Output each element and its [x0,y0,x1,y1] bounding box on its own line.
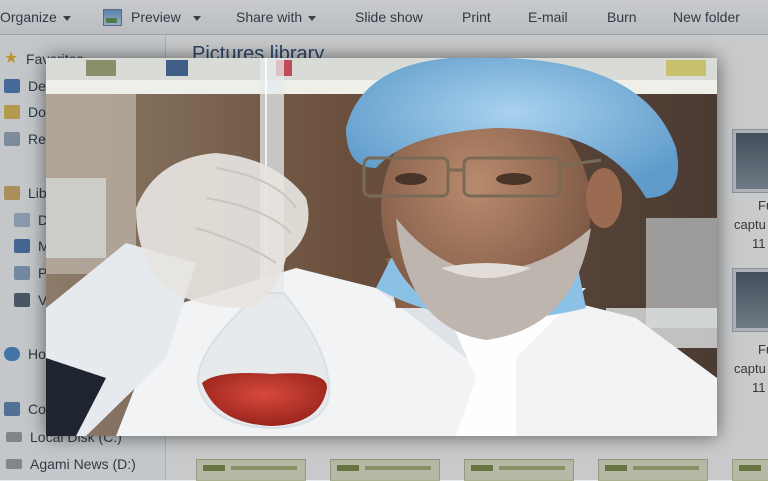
hard-drive-icon [6,432,22,442]
file-thumbnail[interactable] [464,459,574,481]
photo-preview[interactable] [46,58,717,436]
email-label: E-mail [528,9,568,25]
file-caption-line: captu [734,217,766,232]
file-caption-line: Fu [758,342,768,357]
chevron-down-icon [62,15,71,21]
file-caption[interactable]: Fu captu 11 [732,340,768,397]
pictures-icon [14,266,30,280]
file-caption-line: 11 [752,380,766,395]
organize-label: Organize [0,9,57,25]
preview-label: Preview [131,9,181,25]
file-caption-line: captu [734,361,766,376]
videos-icon [14,293,30,307]
slide-show-button[interactable]: Slide show [355,0,423,34]
file-thumbnail[interactable] [732,268,768,332]
computer-icon [4,402,20,416]
chevron-down-icon [192,15,201,21]
new-folder-button[interactable]: New folder [673,0,740,34]
organize-button[interactable]: Organize [0,0,71,34]
file-thumbnail[interactable] [196,459,306,481]
nav-desktop[interactable]: De [0,75,46,97]
nav-homegroup[interactable]: Hor [0,343,51,365]
nav-libraries[interactable]: Libr [0,182,51,204]
music-icon [14,239,30,253]
burn-label: Burn [607,9,637,25]
desktop-icon [4,79,20,93]
nav-recent-label: Re [28,131,46,147]
slide-show-label: Slide show [355,9,423,25]
nav-downloads[interactable]: Do [0,101,46,123]
new-folder-label: New folder [673,9,740,25]
share-with-button[interactable]: Share with [236,0,317,34]
recent-places-icon [4,132,20,146]
nav-recent[interactable]: Re [0,128,46,150]
homegroup-icon [4,347,20,361]
chevron-down-icon [308,15,317,21]
nav-drive-d-label: Agami News (D:) [30,456,136,472]
file-thumbnail[interactable] [732,459,768,481]
documents-icon [14,213,30,227]
nav-drive-d[interactable]: Agami News (D:) [0,453,136,475]
file-caption-line: Fu [758,198,768,213]
burn-button[interactable]: Burn [607,0,637,34]
file-caption[interactable]: Fu captu 11 [732,196,768,253]
downloads-icon [4,105,20,119]
file-thumbnail[interactable] [330,459,440,481]
scientist-photo [46,58,717,436]
file-thumbnail[interactable] [732,129,768,193]
email-button[interactable]: E-mail [528,0,568,34]
share-with-label: Share with [236,9,303,25]
file-thumbnail[interactable] [598,459,708,481]
preview-button[interactable]: Preview [103,0,201,34]
file-caption-line: 11 [752,236,766,251]
libraries-icon [4,186,20,200]
hard-drive-icon [6,459,22,469]
picture-icon [103,8,122,26]
print-button[interactable]: Print [462,0,491,34]
nav-downloads-label: Do [28,104,46,120]
nav-desktop-label: De [28,78,46,94]
star-icon: ★ [4,50,19,67]
command-bar: Organize Preview Share with Slide show P… [0,0,768,35]
print-label: Print [462,9,491,25]
